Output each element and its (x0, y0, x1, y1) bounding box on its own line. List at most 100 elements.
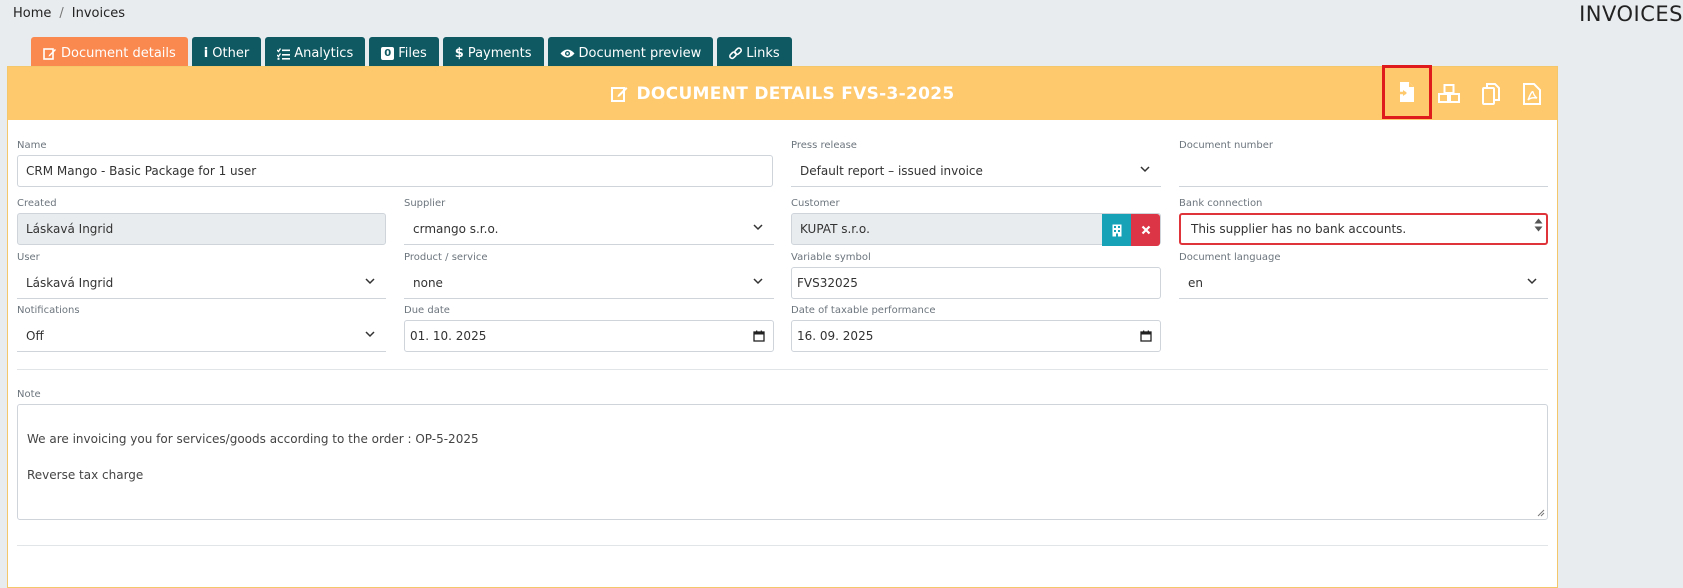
export-pdf-button[interactable] (1507, 67, 1557, 120)
supplier-select[interactable]: crmango s.r.o. (404, 213, 774, 245)
calendar-icon[interactable] (753, 330, 765, 342)
press-release-field-group: Press release Default report – issued in… (791, 140, 1161, 187)
document-language-label: Document language (1179, 252, 1281, 263)
tab-label: Analytics (294, 46, 354, 61)
user-field-group: User Láskavá Ingrid (17, 252, 386, 299)
note-textarea[interactable]: We are invoicing you for services/goods … (17, 404, 1548, 520)
select-spinner (1534, 218, 1543, 232)
created-value: Láskavá Ingrid (26, 222, 114, 236)
notifications-field-group: Notifications Off (17, 305, 386, 352)
top-bar: Home / Invoices INVOICES (0, 0, 1683, 36)
taxable-date-input[interactable]: 16. 09. 2025 (791, 320, 1161, 352)
document-language-field-group: Document language en (1179, 252, 1548, 299)
tab-label: Document details (61, 46, 176, 61)
customer-value: KUPAT s.r.o. (800, 222, 870, 236)
due-date-field-group: Due date 01. 10. 2025 (404, 305, 774, 352)
page-title: INVOICES (1579, 2, 1683, 26)
product-select[interactable]: none (404, 267, 774, 299)
due-date-value: 01. 10. 2025 (410, 329, 487, 343)
name-field-group: Name CRM Mango - Basic Package for 1 use… (17, 140, 773, 187)
tab-label: Files (398, 46, 427, 61)
variable-symbol-input[interactable]: FVS32025 (791, 267, 1161, 299)
supplier-label: Supplier (404, 198, 446, 209)
tab-label: Document preview (578, 46, 702, 61)
taxable-date-value: 16. 09. 2025 (797, 329, 874, 343)
press-release-select[interactable]: Default report – issued invoice (791, 155, 1161, 187)
created-label: Created (17, 198, 57, 209)
chevron-down-icon (365, 331, 375, 338)
due-date-label: Due date (404, 305, 450, 316)
chevron-down-icon (365, 278, 375, 285)
dollar-icon: $ (454, 46, 464, 61)
link-icon (729, 47, 743, 60)
tab-label: Payments (467, 46, 532, 61)
caret-down-icon (1534, 226, 1543, 232)
document-language-value: en (1188, 275, 1203, 290)
bank-connection-field-group: Bank connection This supplier has no ban… (1179, 198, 1548, 245)
document-number-input[interactable] (1179, 155, 1548, 187)
name-input[interactable]: CRM Mango - Basic Package for 1 user (17, 155, 773, 187)
bank-connection-select[interactable]: This supplier has no bank accounts. (1179, 213, 1548, 245)
document-language-select[interactable]: en (1179, 267, 1548, 299)
section-divider (17, 545, 1548, 546)
edit-icon (43, 48, 56, 60)
chevron-down-icon (753, 278, 763, 285)
panel-header: DOCUMENT DETAILS FVS-3-2025 (8, 65, 1557, 120)
variable-symbol-field-group: Variable symbol FVS32025 (791, 252, 1161, 299)
list-check-icon (277, 47, 291, 60)
calendar-icon[interactable] (1140, 330, 1152, 342)
caret-up-icon (1534, 218, 1543, 224)
variable-symbol-label: Variable symbol (791, 252, 871, 263)
customer-clear-button[interactable] (1131, 214, 1160, 246)
cubes-icon (1438, 83, 1460, 103)
product-label: Product / service (404, 252, 488, 263)
user-select[interactable]: Láskavá Ingrid (17, 267, 386, 299)
file-import-icon (1397, 82, 1414, 102)
building-icon (1112, 224, 1121, 236)
press-release-value: Default report – issued invoice (800, 163, 983, 178)
taxable-date-label: Date of taxable performance (791, 305, 936, 316)
name-label: Name (17, 140, 47, 151)
variable-symbol-value: FVS32025 (797, 276, 858, 290)
breadcrumb-home[interactable]: Home (13, 6, 51, 21)
eye-icon (560, 49, 574, 58)
chevron-down-icon (1527, 278, 1537, 285)
notifications-select[interactable]: Off (17, 320, 386, 352)
edit-icon (610, 87, 628, 102)
customer-field-group: Customer KUPAT s.r.o. (791, 198, 1161, 246)
file-pdf-icon (1523, 82, 1541, 105)
resize-handle-icon[interactable] (1537, 509, 1545, 517)
breadcrumb-current: Invoices (71, 6, 126, 21)
created-input: Láskavá Ingrid (17, 213, 386, 245)
bank-connection-value: This supplier has no bank accounts. (1191, 222, 1407, 236)
supplier-value: crmango s.r.o. (413, 221, 499, 236)
supplier-field-group: Supplier crmango s.r.o. (404, 198, 774, 245)
due-date-input[interactable]: 01. 10. 2025 (404, 320, 774, 352)
bank-connection-label: Bank connection (1179, 198, 1263, 209)
info-icon: i (203, 46, 209, 61)
customer-label: Customer (791, 198, 840, 209)
files-count-badge: 0 (381, 47, 395, 60)
close-icon (1141, 225, 1150, 235)
note-label: Note (17, 389, 41, 400)
section-divider (17, 369, 1548, 370)
document-details-panel: DOCUMENT DETAILS FVS-3-2025 Name CRM Man… (7, 65, 1558, 588)
customer-detail-button[interactable] (1102, 214, 1131, 246)
breadcrumb-separator: / (59, 6, 64, 21)
product-field-group: Product / service none (404, 252, 774, 299)
taxable-date-field-group: Date of taxable performance 16. 09. 2025 (791, 305, 1161, 352)
customer-input[interactable]: KUPAT s.r.o. (791, 213, 1161, 246)
panel-title: DOCUMENT DETAILS FVS-3-2025 (610, 84, 955, 104)
press-release-label: Press release (791, 140, 857, 151)
note-field-group: Note We are invoicing you for services/g… (17, 389, 1548, 520)
breadcrumb: Home / Invoices (13, 6, 125, 21)
user-value: Láskavá Ingrid (26, 275, 114, 290)
created-field-group: Created Láskavá Ingrid (17, 198, 386, 245)
name-value: CRM Mango - Basic Package for 1 user (26, 164, 257, 178)
tab-label: Links (746, 46, 780, 61)
document-number-field-group: Document number (1179, 140, 1548, 187)
chevron-down-icon (753, 224, 763, 231)
tab-label: Other (212, 46, 250, 61)
user-label: User (17, 252, 40, 263)
document-number-label: Document number (1179, 140, 1274, 151)
